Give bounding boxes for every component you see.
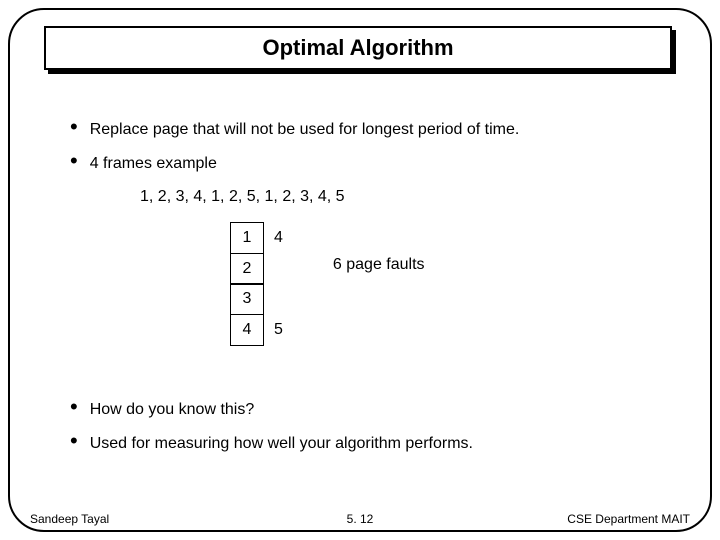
side-value bbox=[274, 283, 283, 315]
slide-title: Optimal Algorithm bbox=[262, 35, 453, 61]
frame-cell: 1 bbox=[230, 222, 264, 254]
reference-string: 1, 2, 3, 4, 1, 2, 5, 1, 2, 3, 4, 5 bbox=[140, 188, 670, 206]
bullet-item: • 4 frames example bbox=[70, 154, 670, 174]
side-value: 5 bbox=[274, 314, 283, 346]
frame-cell: 4 bbox=[230, 314, 264, 346]
frame-cell: 3 bbox=[230, 283, 264, 315]
footer-department: CSE Department MAIT bbox=[567, 512, 690, 526]
bullet-dot: • bbox=[70, 152, 78, 170]
bullet-dot: • bbox=[70, 432, 78, 450]
bullet-text: 4 frames example bbox=[90, 154, 217, 174]
frame-cell: 2 bbox=[230, 253, 264, 285]
side-value bbox=[274, 253, 283, 285]
bullet-item: • Used for measuring how well your algor… bbox=[70, 434, 670, 454]
lower-bullets: • How do you know this? • Used for measu… bbox=[70, 400, 670, 468]
side-value: 4 bbox=[274, 222, 283, 254]
bullet-text: How do you know this? bbox=[90, 400, 255, 420]
footer-page-number: 5. 12 bbox=[347, 512, 374, 526]
bullet-text: Replace page that will not be used for l… bbox=[90, 120, 520, 140]
frame-column: 1 2 3 4 bbox=[230, 222, 264, 346]
bullet-dot: • bbox=[70, 118, 78, 136]
bullet-text: Used for measuring how well your algorit… bbox=[90, 434, 473, 454]
footer: Sandeep Tayal 5. 12 CSE Department MAIT bbox=[0, 512, 720, 526]
content-area: • Replace page that will not be used for… bbox=[70, 120, 670, 346]
side-column: 4 5 bbox=[274, 222, 283, 346]
footer-author: Sandeep Tayal bbox=[30, 512, 109, 526]
bullet-item: • Replace page that will not be used for… bbox=[70, 120, 670, 140]
frame-diagram: 1 2 3 4 4 5 6 page faults bbox=[230, 222, 670, 346]
bullet-dot: • bbox=[70, 398, 78, 416]
title-box: Optimal Algorithm bbox=[44, 26, 672, 70]
bullet-item: • How do you know this? bbox=[70, 400, 670, 420]
page-faults-label: 6 page faults bbox=[333, 256, 425, 274]
